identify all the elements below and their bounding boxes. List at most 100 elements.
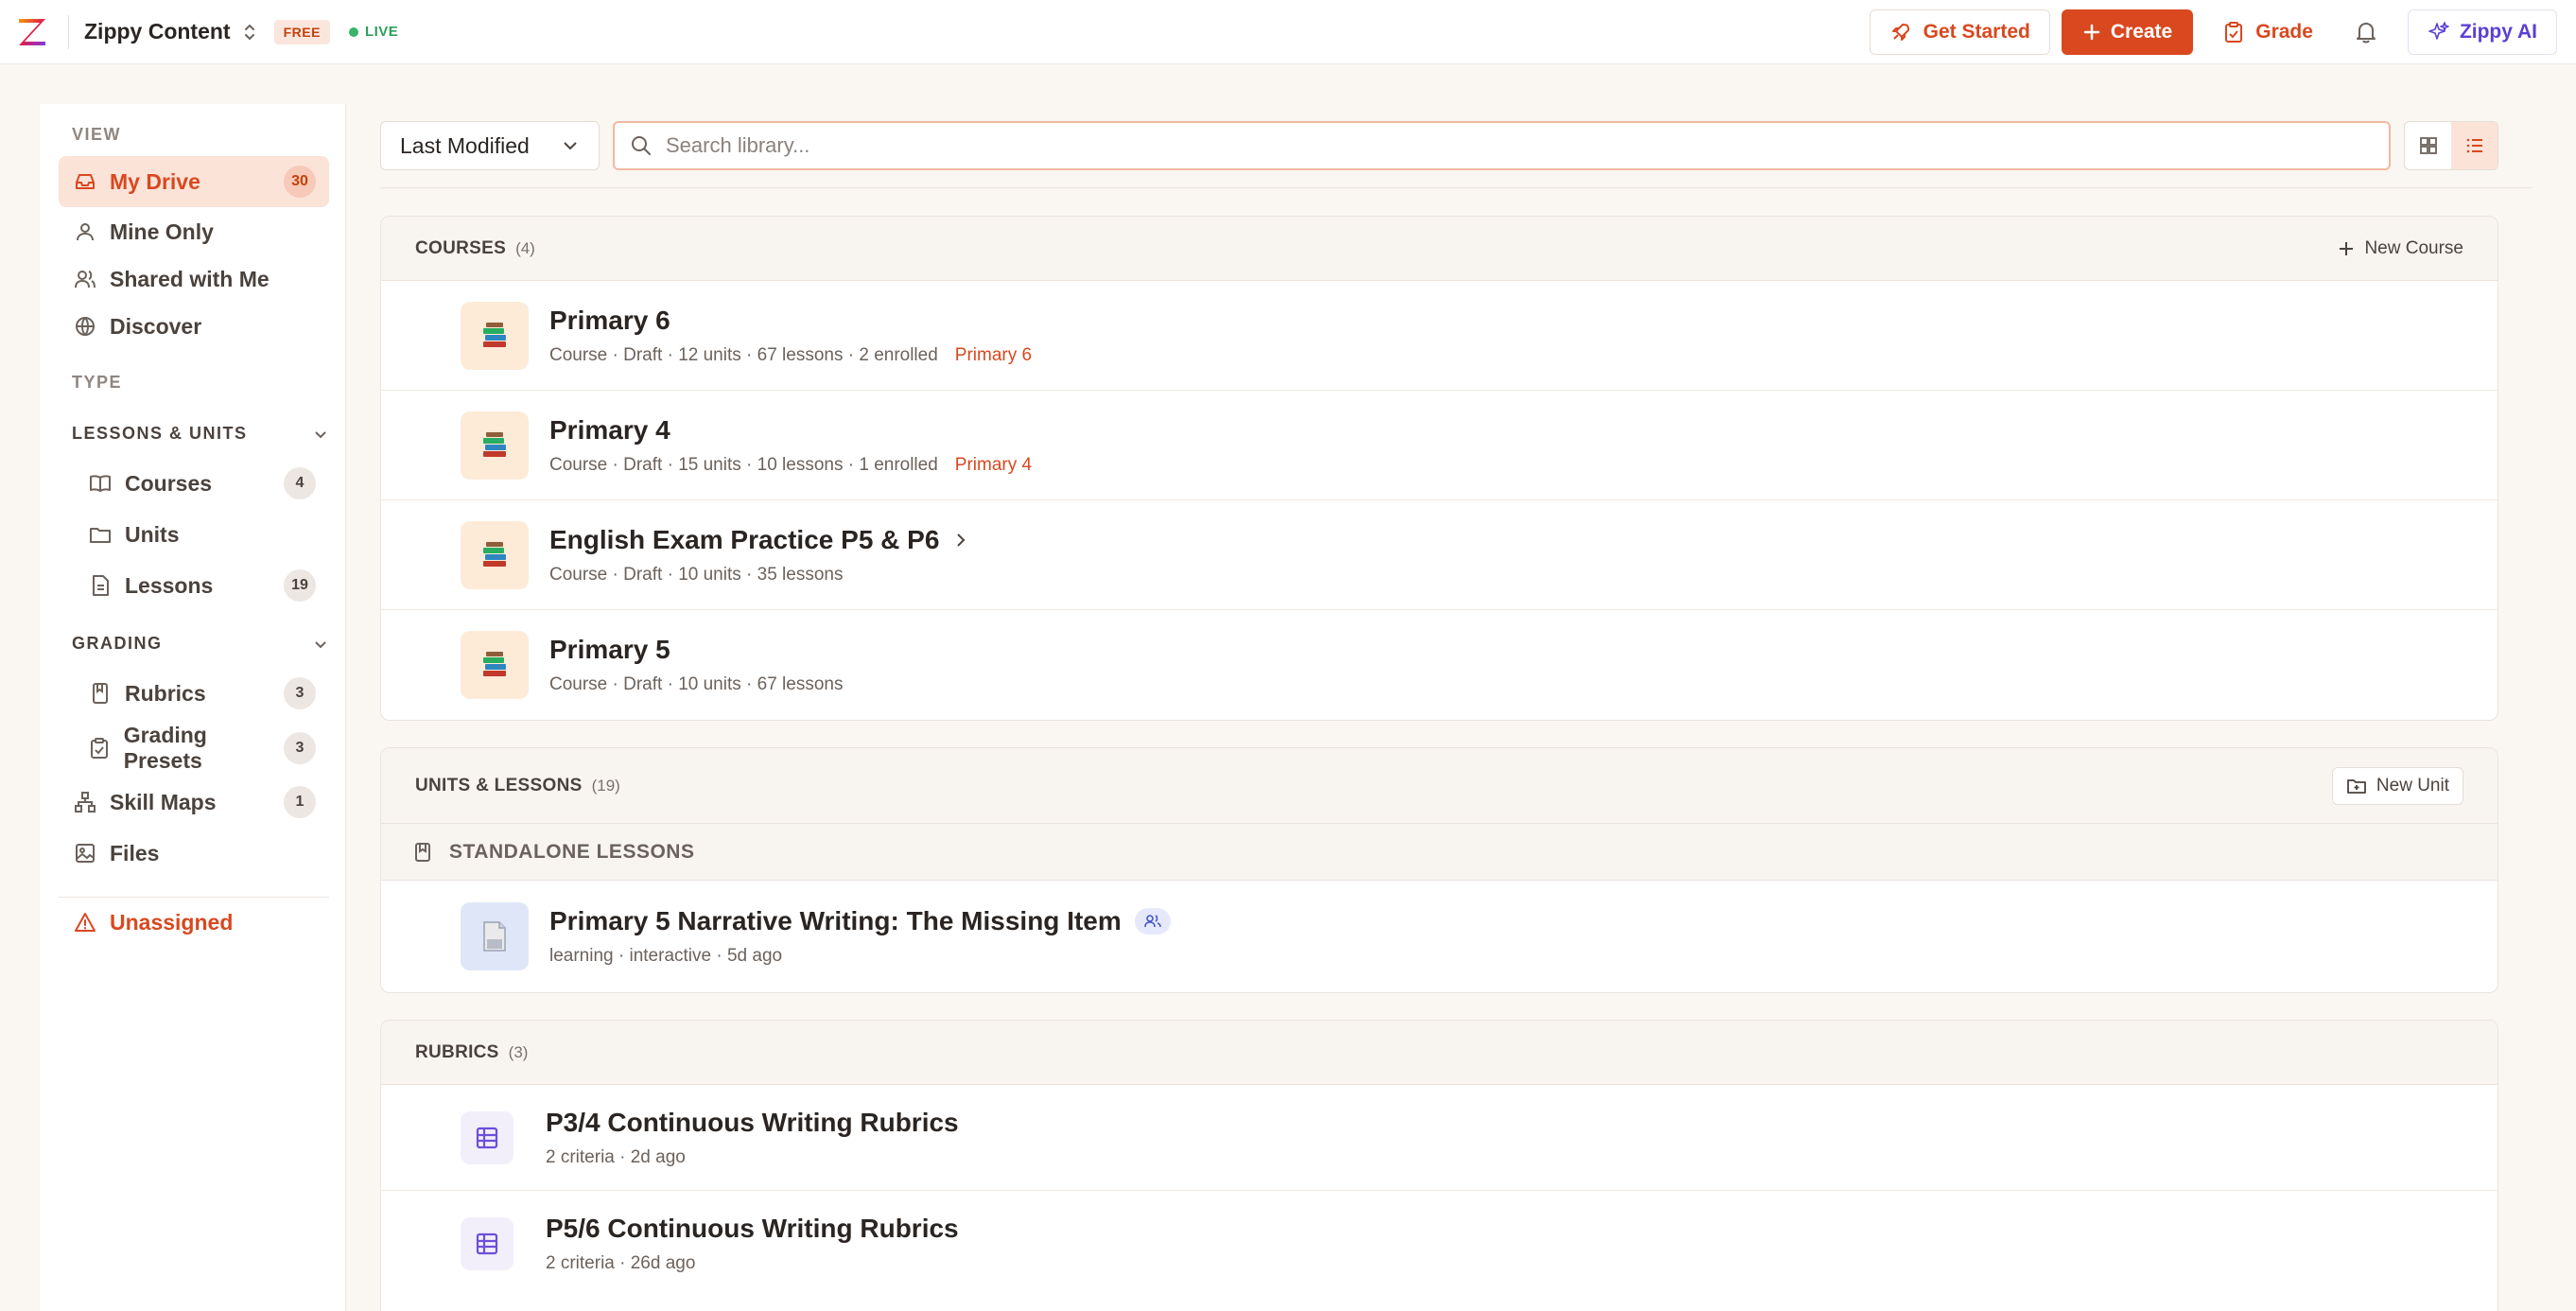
rubric-meta: 2 criteria · 26d ago	[546, 1253, 696, 1273]
course-title[interactable]: Primary 5	[549, 635, 670, 665]
grid-view-icon[interactable]	[2405, 122, 2451, 169]
course-meta: Course · Draft · 12 units · 67 lessons ·…	[549, 344, 938, 365]
workspace-name[interactable]: Zippy Content	[84, 19, 231, 44]
inbox-icon	[72, 168, 98, 195]
sidebar-item-label: Unassigned	[110, 909, 234, 935]
library-toolbar: Last Modified	[380, 121, 2498, 172]
course-row[interactable]: Primary 5 Course · Draft · 10 units · 67…	[381, 610, 2498, 720]
search-icon	[632, 136, 651, 155]
notifications-bell-icon[interactable]	[2343, 9, 2389, 55]
document-icon	[461, 902, 529, 970]
course-tag: Primary 6	[954, 344, 1033, 365]
zippy-ai-label: Zippy AI	[2459, 21, 2537, 43]
sidebar-item-label: Units	[125, 521, 180, 547]
sidebar-item-units[interactable]: Units	[74, 509, 329, 560]
new-unit-label: New Unit	[2376, 775, 2449, 795]
units-lessons-panel: UNITS & LESSONS (19) New Unit STANDALONE…	[380, 747, 2498, 993]
table-icon	[461, 1110, 513, 1164]
section-title: RUBRICS	[415, 1041, 499, 1062]
rubric-meta: 2 criteria · 2d ago	[546, 1146, 686, 1167]
grade-button[interactable]: Grade	[2206, 9, 2330, 55]
chevron-down-icon	[315, 640, 326, 648]
sidebar-item-courses[interactable]: Courses 4	[74, 458, 329, 509]
sidebar-item-shared-with-me[interactable]: Shared with Me	[59, 253, 329, 305]
rocket-icon	[1891, 24, 1909, 41]
new-unit-button[interactable]: New Unit	[2331, 766, 2463, 805]
lesson-row[interactable]: Primary 5 Narrative Writing: The Missing…	[381, 881, 2498, 992]
books-icon	[461, 520, 529, 589]
rubrics-header: RUBRICS (3)	[381, 1021, 2498, 1085]
sidebar-item-grading-presets[interactable]: Grading Presets 3	[74, 723, 329, 774]
sidebar-item-label: My Drive	[110, 168, 200, 194]
count-badge: 3	[284, 732, 316, 764]
get-started-label: Get Started	[1923, 21, 2030, 43]
rubric-row[interactable]: P5/6 Continuous Writing Rubrics 2 criter…	[381, 1191, 2498, 1297]
live-status: LIVE	[348, 24, 398, 40]
search-input[interactable]	[666, 133, 2368, 158]
sidebar-item-label: Discover	[110, 313, 202, 339]
course-title[interactable]: English Exam Practice P5 & P6	[549, 525, 939, 555]
sidebar-item-label: Skill Maps	[110, 789, 217, 814]
sidebar-item-mine-only[interactable]: Mine Only	[59, 206, 329, 257]
get-started-button[interactable]: Get Started	[1869, 9, 2050, 55]
standalone-lessons-label: STANDALONE LESSONS	[449, 840, 695, 863]
zippy-logo-icon[interactable]	[13, 13, 51, 51]
sitemap-icon	[72, 789, 98, 815]
section-count: (3)	[508, 1042, 529, 1061]
rubrics-panel: RUBRICS (3) P3/4 Continuous Writing Rubr…	[380, 1020, 2498, 1311]
folder-icon	[87, 521, 113, 548]
count-badge: 30	[284, 166, 316, 198]
topbar-divider	[68, 14, 69, 49]
type-section-label: TYPE	[72, 373, 123, 392]
courses-header: COURSES (4) New Course	[381, 217, 2498, 281]
books-icon	[461, 301, 529, 370]
sidebar-item-label: Files	[110, 840, 160, 865]
sidebar-item-label: Courses	[125, 470, 213, 496]
section-title: UNITS & LESSONS	[415, 775, 583, 795]
sidebar-item-lessons[interactable]: Lessons 19	[74, 560, 329, 611]
search-box[interactable]	[613, 121, 2391, 170]
grade-label: Grade	[2255, 21, 2313, 43]
grading-group-toggle[interactable]: GRADING	[72, 634, 329, 654]
create-button[interactable]: Create	[2061, 9, 2194, 55]
sort-select[interactable]: Last Modified	[380, 121, 600, 170]
shared-users-icon	[1134, 908, 1171, 935]
user-icon	[72, 218, 98, 245]
new-course-button[interactable]: New Course	[2338, 238, 2463, 259]
list-view-icon[interactable]	[2451, 122, 2498, 169]
sidebar-item-files[interactable]: Files	[59, 828, 329, 879]
workspace-switch-icon[interactable]	[242, 21, 261, 44]
course-title[interactable]: Primary 4	[549, 415, 670, 446]
image-icon	[72, 840, 98, 866]
chevron-right-icon[interactable]	[952, 532, 969, 549]
toolbar-divider	[380, 187, 2532, 188]
rubric-row[interactable]: P3/4 Continuous Writing Rubrics 2 criter…	[381, 1085, 2498, 1191]
file-text-icon	[87, 572, 113, 599]
view-toggle	[2404, 121, 2498, 170]
sidebar-item-my-drive[interactable]: My Drive 30	[59, 156, 329, 207]
sidebar-item-rubrics[interactable]: Rubrics 3	[74, 668, 329, 719]
bookmark-icon	[413, 842, 432, 863]
globe-icon	[72, 313, 98, 340]
course-title[interactable]: Primary 6	[549, 306, 670, 336]
course-meta: Course · Draft · 10 units · 35 lessons	[549, 564, 844, 585]
course-row[interactable]: Primary 4 Course · Draft · 15 units · 10…	[381, 391, 2498, 500]
sort-value: Last Modified	[400, 132, 530, 158]
lessons-units-group-toggle[interactable]: LESSONS & UNITS	[72, 424, 329, 444]
course-row[interactable]: Primary 6 Course · Draft · 12 units · 67…	[381, 281, 2498, 391]
course-meta: Course · Draft · 15 units · 10 lessons ·…	[549, 454, 938, 475]
sparkle-icon	[2428, 22, 2449, 40]
zippy-ai-button[interactable]: Zippy AI	[2407, 9, 2557, 55]
live-dot-icon	[348, 26, 358, 37]
rubric-title[interactable]: P3/4 Continuous Writing Rubrics	[546, 1108, 959, 1138]
sidebar-item-skill-maps[interactable]: Skill Maps 1	[59, 777, 329, 828]
plus-icon	[2083, 24, 2100, 41]
rubric-title[interactable]: P5/6 Continuous Writing Rubrics	[546, 1214, 959, 1244]
warning-triangle-icon	[72, 909, 98, 935]
units-lessons-header: UNITS & LESSONS (19) New Unit	[381, 748, 2498, 824]
course-row[interactable]: English Exam Practice P5 & P6 Course · D…	[381, 500, 2498, 610]
sidebar-item-unassigned[interactable]: Unassigned	[59, 897, 329, 948]
sidebar-item-discover[interactable]: Discover	[59, 301, 329, 352]
lesson-title[interactable]: Primary 5 Narrative Writing: The Missing…	[549, 906, 1122, 936]
notebook-icon	[87, 680, 113, 707]
